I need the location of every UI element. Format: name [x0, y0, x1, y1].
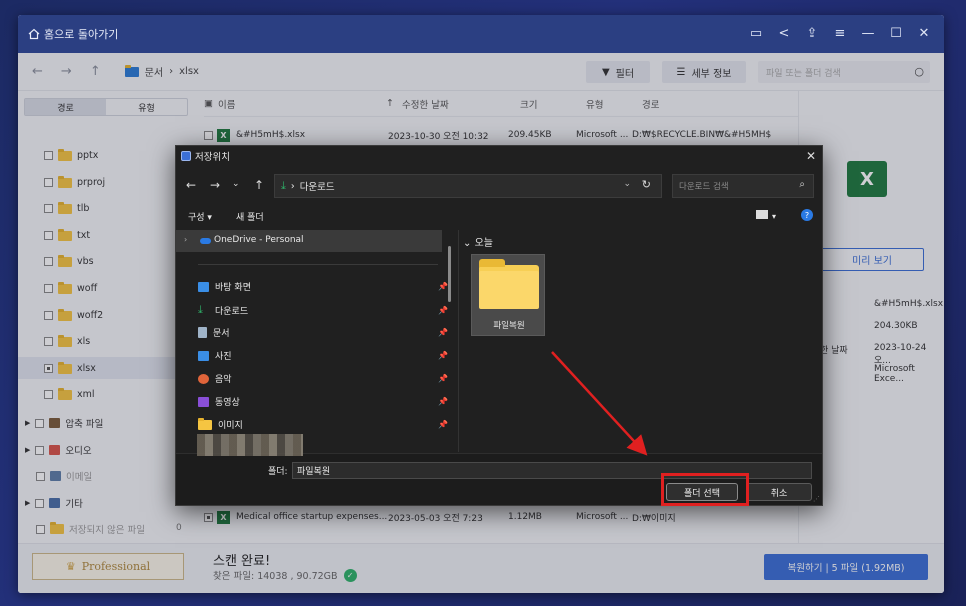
music-icon — [198, 373, 209, 384]
nav-item-label: 사진 — [215, 352, 232, 362]
minimize-icon[interactable]: — — [860, 25, 876, 41]
home-button[interactable]: 홈으로 돌아가기 — [28, 26, 118, 42]
new-folder-button[interactable]: 새 폴더 — [236, 210, 264, 223]
recent-dropdown-icon[interactable]: ⌄ — [232, 179, 240, 189]
view-icon[interactable] — [756, 210, 768, 219]
home-label: 홈으로 돌아가기 — [44, 28, 119, 41]
feedback-icon[interactable]: ▭ — [748, 25, 764, 41]
upload-icon[interactable]: ⇪ — [804, 25, 820, 41]
nav-item-documents[interactable]: 문서 📌 — [198, 326, 448, 339]
folder-icon — [479, 259, 539, 309]
picture-icon — [198, 350, 209, 361]
nav-item-label: 바탕 화면 — [215, 283, 251, 293]
video-icon — [198, 396, 209, 407]
nav-item-label: 문서 — [213, 329, 230, 339]
forward-icon[interactable]: → — [210, 178, 220, 192]
nav-item-pictures[interactable]: 사진 📌 — [198, 349, 448, 362]
dialog-title-bar: 저장위치 ✕ — [176, 146, 822, 166]
close-icon[interactable]: ✕ — [916, 25, 932, 41]
group-header[interactable]: ⌄ 오늘 — [463, 234, 493, 249]
scrollbar[interactable] — [448, 246, 451, 302]
onedrive-label: OneDrive - Personal — [214, 235, 304, 245]
folder-field-label: 폴더: — [268, 467, 288, 477]
chevron-down-icon[interactable]: ⌄ — [623, 179, 631, 189]
pin-icon[interactable]: 📌 — [438, 282, 448, 291]
dialog-close-icon[interactable]: ✕ — [806, 149, 816, 163]
nav-item-music[interactable]: 음악 📌 — [198, 372, 448, 385]
highlight-box — [661, 473, 749, 506]
desktop-icon — [198, 281, 209, 292]
pin-icon[interactable]: 📌 — [438, 351, 448, 360]
cancel-button[interactable]: 취소 — [746, 483, 812, 501]
onedrive-row[interactable]: › OneDrive - Personal — [176, 230, 442, 252]
address-bar[interactable]: ⤓ › 다운로드 ⌄ ↻ — [274, 174, 662, 198]
title-bar: 홈으로 돌아가기 ▭ < ⇪ ≡ — ☐ ✕ — [18, 15, 944, 53]
group-label: 오늘 — [474, 238, 493, 249]
navigation-pane: › OneDrive - Personal 바탕 화면 📌 ⤓ 다운로드 📌 문서 📌 … — [176, 230, 452, 452]
home-icon — [28, 28, 40, 40]
nav-item-images[interactable]: 이미지 📌 — [198, 417, 448, 431]
share-icon[interactable]: < — [776, 25, 792, 41]
divider — [198, 264, 438, 265]
nav-item-videos[interactable]: 동영상 📌 — [198, 395, 448, 408]
command-bar: 구성 ▾ 새 폴더 ▾ ? — [176, 204, 822, 228]
address-text: 다운로드 — [299, 182, 335, 193]
up-icon[interactable]: ↑ — [254, 178, 264, 192]
dialog-search-placeholder: 다운로드 검색 — [679, 182, 729, 192]
nav-item-label: 이미지 — [218, 421, 243, 431]
menu-icon[interactable]: ≡ — [832, 25, 848, 41]
folder-name-value: 파일복원 — [297, 467, 331, 477]
folder-name: 파일복원 — [493, 321, 525, 331]
nav-item-label: 동영상 — [215, 398, 240, 408]
help-icon[interactable]: ? — [801, 209, 813, 221]
nav-item-downloads[interactable]: ⤓ 다운로드 📌 — [198, 303, 448, 317]
expand-icon[interactable]: › — [184, 235, 187, 244]
organize-button[interactable]: 구성 ▾ — [188, 210, 212, 223]
nav-item-desktop[interactable]: 바탕 화면 📌 — [198, 280, 448, 293]
nav-item-label: 다운로드 — [215, 306, 249, 317]
app-icon — [181, 151, 191, 161]
download-icon: ⤓ — [198, 303, 203, 316]
pin-icon[interactable]: 📌 — [438, 420, 448, 429]
resize-grip-icon[interactable]: ⋰ — [813, 495, 820, 503]
dialog-nav: ← → ⌄ ↑ ⤓ › 다운로드 ⌄ ↻ 다운로드 검색 ⌕ — [176, 172, 822, 200]
address-separator: › — [290, 180, 295, 192]
dialog-search-input[interactable]: 다운로드 검색 ⌕ — [672, 174, 814, 198]
folder-icon — [198, 417, 212, 430]
pin-icon[interactable]: 📌 — [438, 397, 448, 406]
cloud-icon — [200, 238, 211, 244]
back-icon[interactable]: ← — [186, 178, 196, 192]
folder-tile[interactable]: 파일복원 — [471, 254, 545, 336]
nav-item-label: 음악 — [215, 375, 232, 385]
pin-icon[interactable]: 📌 — [438, 328, 448, 337]
document-icon — [198, 327, 207, 338]
view-dropdown-icon[interactable]: ▾ — [772, 212, 776, 221]
blurred-item — [197, 434, 303, 456]
download-icon: ⤓ — [281, 179, 286, 192]
pin-icon[interactable]: 📌 — [438, 306, 448, 315]
refresh-icon[interactable]: ↻ — [642, 178, 651, 191]
chevron-down-icon[interactable]: ⌄ — [463, 238, 471, 249]
maximize-icon[interactable]: ☐ — [888, 25, 904, 41]
pin-icon[interactable]: 📌 — [438, 374, 448, 383]
search-icon: ⌕ — [799, 179, 805, 190]
dialog-title: 저장위치 — [195, 152, 230, 163]
content-pane: ⌄ 오늘 파일복원 — [458, 230, 822, 452]
